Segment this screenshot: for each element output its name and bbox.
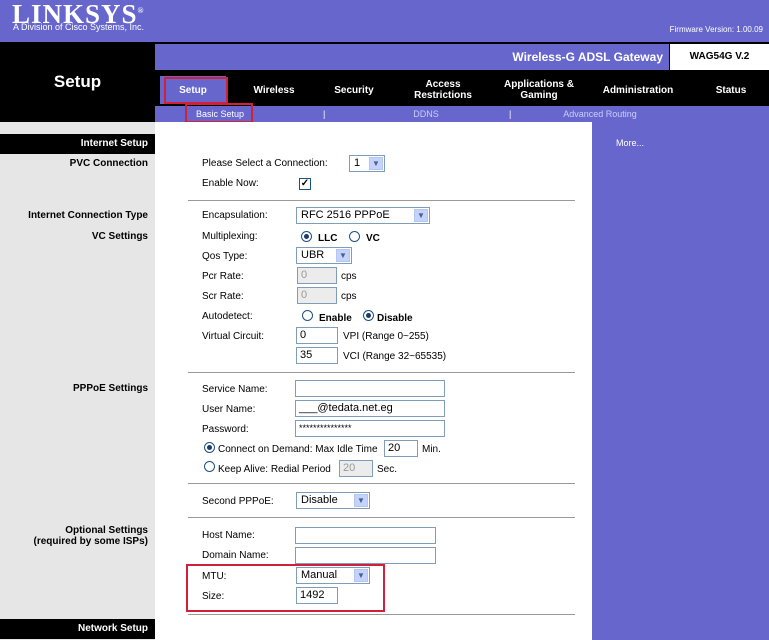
vpi-input[interactable]: 0 bbox=[296, 327, 338, 344]
vpi-range: VPI (Range 0~255) bbox=[343, 331, 429, 342]
chevron-down-icon: ▼ bbox=[354, 494, 368, 507]
enable-now-label: Enable Now: bbox=[202, 178, 259, 189]
help-panel bbox=[592, 122, 769, 640]
divider bbox=[188, 483, 575, 484]
second-pppoe-select[interactable]: Disable ▼ bbox=[296, 492, 370, 509]
tab-security[interactable]: Security bbox=[318, 72, 390, 108]
connection-select-value: 1 bbox=[354, 157, 361, 169]
label-optional-settings: Optional Settings bbox=[65, 525, 148, 536]
section-network-setup: Network Setup bbox=[0, 619, 155, 639]
highlight-basic-setup bbox=[185, 103, 253, 123]
host-name-input[interactable] bbox=[295, 527, 436, 544]
divider bbox=[188, 517, 575, 518]
more-link[interactable]: More... bbox=[616, 138, 644, 148]
user-name-label: User Name: bbox=[202, 404, 256, 415]
encapsulation-select[interactable]: RFC 2516 PPPoE ▼ bbox=[296, 207, 430, 224]
label-optional-settings-note: (required by some ISPs) bbox=[33, 536, 148, 547]
sidebar bbox=[0, 122, 155, 640]
autodetect-disable-radio[interactable] bbox=[363, 310, 374, 321]
qos-label: Qos Type: bbox=[202, 251, 248, 262]
firmware-version: Firmware Version: 1.00.09 bbox=[669, 25, 763, 34]
label-vc-settings: VC Settings bbox=[91, 231, 148, 242]
logo-subtitle: A Division of Cisco Systems, Inc. bbox=[13, 22, 145, 32]
domain-name-label: Domain Name: bbox=[202, 550, 269, 561]
enable-now-checkbox[interactable]: ✓ bbox=[299, 178, 311, 190]
vci-input[interactable]: 35 bbox=[296, 347, 338, 364]
qos-select-value: UBR bbox=[301, 249, 325, 261]
tab-applications-gaming[interactable]: Applications & Gaming bbox=[494, 72, 584, 108]
subtab-separator: | bbox=[509, 109, 512, 119]
product-name: Wireless-G ADSL Gateway bbox=[512, 50, 663, 64]
highlight-mtu bbox=[186, 564, 385, 612]
multiplexing-label: Multiplexing: bbox=[202, 231, 258, 242]
pcr-rate-label: Pcr Rate: bbox=[202, 271, 244, 282]
service-name-label: Service Name: bbox=[202, 384, 268, 395]
subtab-ddns[interactable]: DDNS bbox=[404, 106, 448, 122]
vc-radio[interactable] bbox=[349, 231, 360, 242]
cps-unit: cps bbox=[341, 291, 357, 302]
password-label: Password: bbox=[202, 424, 249, 435]
label-internet-connection-type: Internet Connection Type bbox=[28, 210, 148, 221]
label-pppoe-settings: PPPoE Settings bbox=[72, 383, 148, 394]
connection-select[interactable]: 1 ▼ bbox=[349, 155, 385, 172]
pcr-rate-input[interactable]: 0 bbox=[297, 267, 337, 284]
host-name-label: Host Name: bbox=[202, 530, 255, 541]
min-unit: Min. bbox=[422, 444, 441, 455]
user-name-input[interactable]: ___@tedata.net.eg bbox=[295, 400, 445, 417]
select-connection-label: Please Select a Connection: bbox=[202, 158, 328, 169]
highlight-setup-tab bbox=[164, 77, 228, 104]
model-number: WAG54G V.2 bbox=[670, 44, 769, 70]
subtab-separator: | bbox=[323, 109, 326, 119]
tab-access-restrictions[interactable]: Access Restrictions bbox=[402, 72, 484, 108]
scr-rate-input[interactable]: 0 bbox=[297, 287, 337, 304]
second-pppoe-label: Second PPPoE: bbox=[202, 496, 274, 507]
second-pppoe-select-value: Disable bbox=[301, 494, 338, 506]
divider bbox=[188, 614, 575, 615]
password-input[interactable]: *************** bbox=[295, 420, 445, 437]
connect-on-demand-radio[interactable] bbox=[204, 442, 215, 453]
section-internet-setup: Internet Setup bbox=[0, 134, 155, 154]
autodetect-label: Autodetect: bbox=[202, 311, 253, 322]
chevron-down-icon: ▼ bbox=[336, 249, 350, 262]
qos-select[interactable]: UBR ▼ bbox=[296, 247, 352, 264]
tab-status[interactable]: Status bbox=[696, 72, 766, 108]
encapsulation-label: Encapsulation: bbox=[202, 210, 268, 221]
scr-rate-label: Scr Rate: bbox=[202, 291, 244, 302]
autodetect-enable-label: Enable bbox=[319, 313, 352, 324]
chevron-down-icon: ▼ bbox=[414, 209, 428, 222]
max-idle-time-input[interactable]: 20 bbox=[384, 440, 418, 457]
keep-alive-label: Keep Alive: Redial Period bbox=[218, 464, 331, 475]
tab-administration[interactable]: Administration bbox=[590, 72, 686, 108]
domain-name-input[interactable] bbox=[295, 547, 436, 564]
connect-on-demand-label: Connect on Demand: Max Idle Time bbox=[218, 444, 378, 455]
service-name-input[interactable] bbox=[295, 380, 445, 397]
encapsulation-select-value: RFC 2516 PPPoE bbox=[301, 209, 390, 221]
autodetect-enable-radio[interactable] bbox=[302, 310, 313, 321]
page-title: Setup bbox=[53, 72, 102, 91]
divider bbox=[188, 200, 575, 201]
vc-label: VC bbox=[366, 233, 380, 244]
chevron-down-icon: ▼ bbox=[369, 157, 383, 170]
sec-unit: Sec. bbox=[377, 464, 398, 475]
subtab-advanced-routing[interactable]: Advanced Routing bbox=[552, 106, 648, 122]
cps-unit: cps bbox=[341, 271, 357, 282]
label-pvc-connection: PVC Connection bbox=[69, 158, 148, 169]
keep-alive-radio[interactable] bbox=[204, 461, 215, 472]
llc-radio[interactable] bbox=[301, 231, 312, 242]
divider bbox=[188, 372, 575, 373]
redial-period-input[interactable]: 20 bbox=[339, 460, 373, 477]
autodetect-disable-label: Disable bbox=[377, 313, 413, 324]
llc-label: LLC bbox=[318, 233, 338, 244]
vci-range: VCI (Range 32~65535) bbox=[343, 351, 447, 362]
virtual-circuit-label: Virtual Circuit: bbox=[202, 331, 265, 342]
